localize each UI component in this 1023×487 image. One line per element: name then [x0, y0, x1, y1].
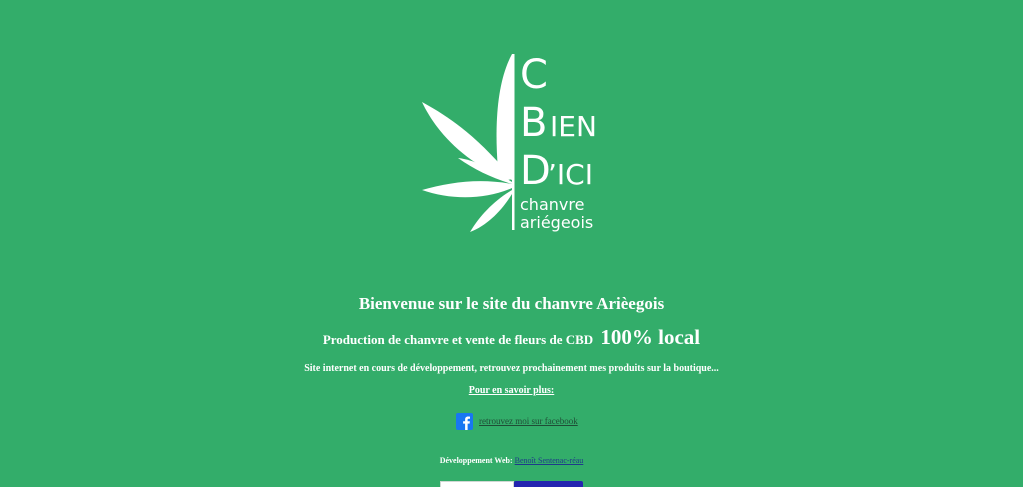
subtitle-text: Production de chanvre et vente de fleurs… — [322, 332, 594, 347]
subtitle-emphasis: 100% local — [600, 325, 701, 349]
logo: C B IEN D ’ICI chanvre ariégeois — [420, 50, 610, 235]
logo-word-ici: ’ICI — [548, 158, 593, 191]
subtitle: Production de chanvre et vente de fleurs… — [0, 324, 1023, 353]
credit-label: Développement Web: — [439, 456, 513, 465]
logo-letter-d: D — [520, 148, 551, 194]
logo-tagline-ariegeois: ariégeois — [520, 213, 593, 232]
web-credit: Développement Web: Benoît Sentenac-réau — [0, 455, 1023, 467]
development-notice: Site internet en cours de développement,… — [304, 363, 719, 374]
more-info-link[interactable]: Pour en savoir plus: — [0, 385, 1023, 397]
logo-letter-b: B — [520, 100, 547, 146]
logo-letter-c: C — [520, 52, 548, 98]
facebook-link[interactable]: retrouvez moi sur facebook — [479, 416, 578, 426]
page-title: Bienvenue sur le site du chanvre Arièego… — [358, 294, 665, 313]
landing-page: C B IEN D ’ICI chanvre ariégeois Bienven… — [0, 0, 1023, 487]
hemp-leaf-icon: C B IEN D ’ICI chanvre ariégeois — [422, 52, 597, 232]
newsletter-submit-button[interactable] — [514, 481, 583, 487]
facebook-icon[interactable] — [456, 412, 473, 430]
newsletter-input[interactable] — [440, 481, 514, 487]
logo-tagline-chanvre: chanvre — [520, 195, 584, 214]
logo-word-ien: IEN — [550, 110, 597, 143]
facebook-row: retrouvez moi sur facebook — [456, 412, 578, 430]
credit-link[interactable]: Benoît Sentenac-réau — [515, 456, 584, 465]
